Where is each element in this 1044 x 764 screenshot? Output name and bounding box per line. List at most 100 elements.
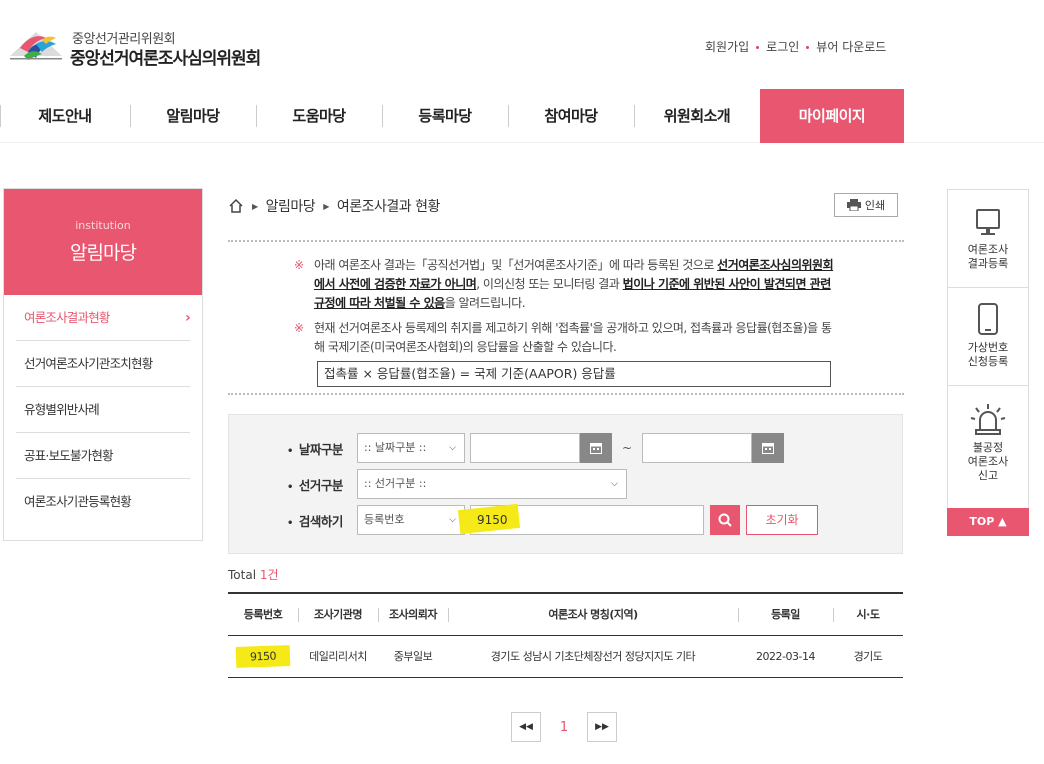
notice-text: 현재 선거여론조사 등록제의 취지를 제고하기 위해 '접촉률'을 공개하고 있… (314, 321, 832, 354)
table-row[interactable]: 9150 데일리리서치 중부일보 경기도 성남시 기초단체장선거 정당지지도 기… (228, 635, 903, 678)
smartphone-icon (978, 303, 998, 335)
col-reg-date: 등록일 (738, 592, 833, 636)
label-text: 선거구분 (298, 477, 344, 493)
quick-virtual-number[interactable]: 가상번호 신청등록 (948, 288, 1028, 386)
end-date-input[interactable] (642, 433, 752, 463)
calendar-icon (590, 443, 602, 454)
reset-button[interactable]: 초기화 (746, 505, 818, 535)
separator-dot (756, 46, 760, 49)
date-label: • 날짜구분 (287, 439, 357, 458)
start-calendar-button[interactable] (580, 433, 612, 463)
breadcrumb-item[interactable]: 알림마당 (266, 196, 316, 216)
nav-item-participation[interactable]: 참여마당 (508, 89, 634, 143)
search-input[interactable]: 9150 (457, 503, 704, 535)
keyword-label: • 검색하기 (287, 511, 357, 530)
chevron-down-icon: ⌵ (611, 479, 618, 489)
nav-item-notice[interactable]: 알림마당 (130, 89, 256, 143)
chevron-down-icon: ⌵ (449, 515, 456, 525)
select-value: :: 선거구분 :: (364, 477, 427, 490)
quick-label: 불공정 여론조사 신고 (967, 441, 1009, 482)
print-button[interactable]: 인쇄 (834, 193, 898, 217)
quick-survey-register[interactable]: 여론조사 결과등록 (948, 190, 1028, 288)
side-nav-item-survey-results[interactable]: 여론조사결과현황 › (16, 295, 191, 341)
cell-client: 중부일보 (378, 635, 448, 678)
side-nav-subtitle: institution (75, 219, 131, 232)
side-nav-item-agency-actions[interactable]: 선거여론조사기관조치현황 (16, 341, 190, 387)
quick-label: 여론조사 결과등록 (967, 243, 1009, 270)
search-input-value: 9150 (477, 513, 508, 527)
side-nav-list: 여론조사결과현황 › 선거여론조사기관조치현황 유형별위반사례 공표·보도불가현… (4, 295, 202, 525)
cell-region: 경기도 (833, 635, 903, 678)
side-nav-item-label: 여론조사결과현황 (24, 310, 110, 325)
side-nav-item-agency-registry[interactable]: 여론조사기관등록현황 (16, 479, 190, 525)
bullet-icon: • (287, 517, 293, 529)
search-button[interactable] (710, 505, 740, 535)
logo-icon[interactable] (6, 26, 66, 66)
election-type-select[interactable]: :: 선거구분 :: ⌵ (357, 469, 627, 499)
last-page-button[interactable]: ▶▶ (587, 712, 617, 742)
search-type-select[interactable]: 등록번호 ⌵ (357, 505, 465, 535)
double-chevron-right-icon: ▶▶ (595, 722, 609, 732)
notice-text-2: ※ 현재 선거여론조사 등록제의 취지를 제고하기 위해 '접촉률'을 공개하고… (228, 319, 838, 357)
bullet-icon: • (287, 445, 293, 457)
login-link[interactable]: 로그인 (766, 40, 799, 54)
reg-no-value: 9150 (235, 644, 291, 668)
start-date-input[interactable] (470, 433, 580, 463)
bullet-icon: • (287, 481, 293, 493)
first-page-button[interactable]: ◀◀ (511, 712, 541, 742)
notice-text: 을 알려드립니다. (444, 296, 526, 310)
top-button[interactable]: TOP ▲ (947, 508, 1029, 536)
notice-text-1: ※ 아래 여론조사 결과는「공직선거법」및「선거여론조사기준」에 따라 등록된 … (228, 256, 838, 313)
date-row: • 날짜구분 :: 날짜구분 :: ⌵ ~ (287, 433, 784, 463)
org-name[interactable]: 중앙선거여론조사심의위원회 (70, 44, 261, 69)
date-type-select[interactable]: :: 날짜구분 :: ⌵ (357, 433, 465, 463)
quick-label: 가상번호 신청등록 (967, 341, 1009, 368)
quick-report[interactable]: 불공정 여론조사 신고 (948, 386, 1028, 506)
print-label: 인쇄 (864, 199, 886, 212)
double-chevron-left-icon: ◀◀ (519, 722, 533, 732)
calendar-icon (762, 443, 774, 454)
home-icon[interactable] (228, 198, 244, 214)
election-label: • 선거구분 (287, 475, 357, 494)
divider (228, 240, 904, 242)
signup-link[interactable]: 회원가입 (705, 40, 749, 54)
cell-survey-name[interactable]: 경기도 성남시 기초단체장선거 정당지지도 기타 (448, 635, 738, 678)
nav-item-help[interactable]: 도움마당 (256, 89, 382, 143)
printer-icon (846, 199, 861, 211)
monitor-icon (976, 209, 1000, 235)
side-nav-item-publication-ban[interactable]: 공표·보도불가현황 (16, 433, 190, 479)
table-header-row: 등록번호 조사기관명 조사의뢰자 여론조사 명칭(지역) 등록일 시·도 (228, 592, 903, 636)
notice-mark: ※ (294, 321, 304, 335)
pagination: ◀◀ 1 ▶▶ (511, 712, 617, 742)
end-calendar-button[interactable] (752, 433, 784, 463)
alarm-siren-icon (970, 404, 1006, 435)
page-current[interactable]: 1 (541, 720, 587, 735)
divider (228, 393, 904, 395)
nav-item-mypage[interactable]: 마이페이지 (760, 89, 904, 143)
cell-agency: 데일리리서치 (298, 635, 378, 678)
nav-item-system-guide[interactable]: 제도안내 (0, 89, 130, 143)
total-label: Total (228, 568, 257, 582)
election-row: • 선거구분 :: 선거구분 :: ⌵ (287, 469, 627, 499)
viewer-download-link[interactable]: 뷰어 다운로드 (816, 40, 886, 54)
search-panel: • 날짜구분 :: 날짜구분 :: ⌵ ~ • 선거구분 :: 선거구분 :: ⌵ • 검… (228, 414, 903, 554)
top-label: TOP (969, 515, 995, 528)
side-nav-item-violations[interactable]: 유형별위반사례 (16, 387, 190, 433)
side-nav-title: 알림마당 (70, 242, 137, 264)
keyword-row: • 검색하기 등록번호 ⌵ 9150 초기화 (287, 503, 818, 535)
nav-item-committee[interactable]: 위원회소개 (634, 89, 760, 143)
header: 중앙선거관리위원회 중앙선거여론조사심의위원회 회원가입 로그인 뷰어 다운로드 (0, 0, 1044, 88)
search-icon (718, 513, 732, 527)
notice-text: 아래 여론조사 결과는「공직선거법」및「선거여론조사기준」에 따라 등록된 것으… (314, 258, 718, 272)
breadcrumb-arrow-icon: ▶ (323, 201, 329, 211)
notice-text: , 이의신청 또는 모니터링 결과 (476, 277, 623, 291)
nav-item-registration[interactable]: 등록마당 (382, 89, 508, 143)
date-range-separator: ~ (621, 441, 633, 455)
breadcrumb: ▶ 알림마당 ▶ 여론조사결과 현황 (228, 188, 904, 224)
col-reg-no: 등록번호 (228, 592, 298, 636)
main-nav: 제도안내 알림마당 도움마당 등록마당 참여마당 위원회소개 마이페이지 (0, 89, 1044, 143)
side-nav: institution 알림마당 여론조사결과현황 › 선거여론조사기관조치현황… (3, 188, 203, 541)
separator-dot (806, 46, 810, 49)
results-table: 등록번호 조사기관명 조사의뢰자 여론조사 명칭(지역) 등록일 시·도 915… (228, 592, 903, 678)
col-survey-name: 여론조사 명칭(지역) (448, 592, 738, 636)
